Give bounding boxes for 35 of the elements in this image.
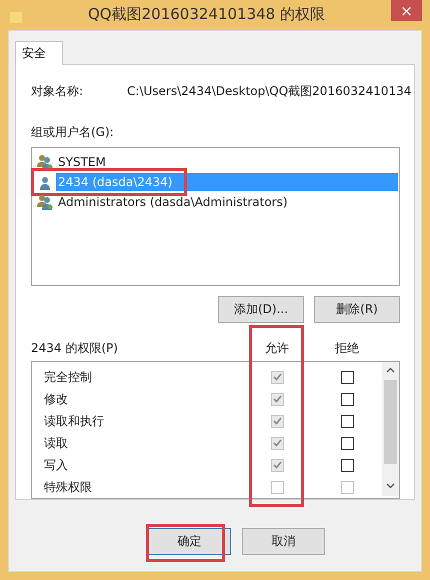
list-item[interactable]: Administrators (dasda\Administrators) — [56, 193, 290, 211]
check-icon — [272, 395, 282, 403]
check-icon — [272, 461, 282, 469]
window-title: QQ截图20160324101348 的权限 — [88, 5, 325, 24]
checkbox[interactable] — [340, 436, 354, 450]
list-button[interactable]: 添加(D)... — [218, 296, 304, 324]
folder-icon — [10, 7, 22, 23]
permission-name: 修改 — [44, 390, 69, 408]
checkbox[interactable] — [340, 392, 354, 406]
users-icon — [37, 194, 53, 210]
column-header: 拒绝 — [334, 340, 360, 357]
close-button[interactable]: × — [391, 0, 422, 21]
list-button[interactable]: 删除(R) — [314, 296, 400, 324]
permission-name: 读取 — [44, 434, 69, 452]
dialog-button[interactable]: 取消 — [242, 528, 325, 555]
check-icon — [272, 439, 282, 447]
users-icon — [37, 154, 53, 170]
checkbox[interactable] — [340, 414, 354, 428]
checkbox[interactable] — [340, 458, 354, 472]
column-header: 允许 — [264, 340, 290, 357]
tab[interactable]: 安全 — [15, 41, 63, 65]
field-label: 对象名称: — [31, 83, 84, 100]
permission-name: 完全控制 — [44, 368, 93, 386]
check-icon — [272, 417, 282, 425]
user-icon — [37, 174, 53, 190]
permission-name: 读取和执行 — [44, 412, 105, 430]
list-item[interactable]: SYSTEM — [56, 153, 108, 171]
checkbox[interactable] — [340, 370, 354, 384]
permission-name: 写入 — [44, 456, 69, 474]
object-path: C:\Users\2434\Desktop\QQ截图2016032410134 — [127, 83, 412, 100]
permissions-label: 2434 的权限(P) — [31, 340, 119, 357]
permission-name: 特殊权限 — [44, 478, 93, 496]
dialog-button[interactable]: 确定 — [148, 528, 231, 555]
check-icon — [272, 373, 282, 381]
list-label: 组或用户名(G): — [31, 124, 114, 141]
